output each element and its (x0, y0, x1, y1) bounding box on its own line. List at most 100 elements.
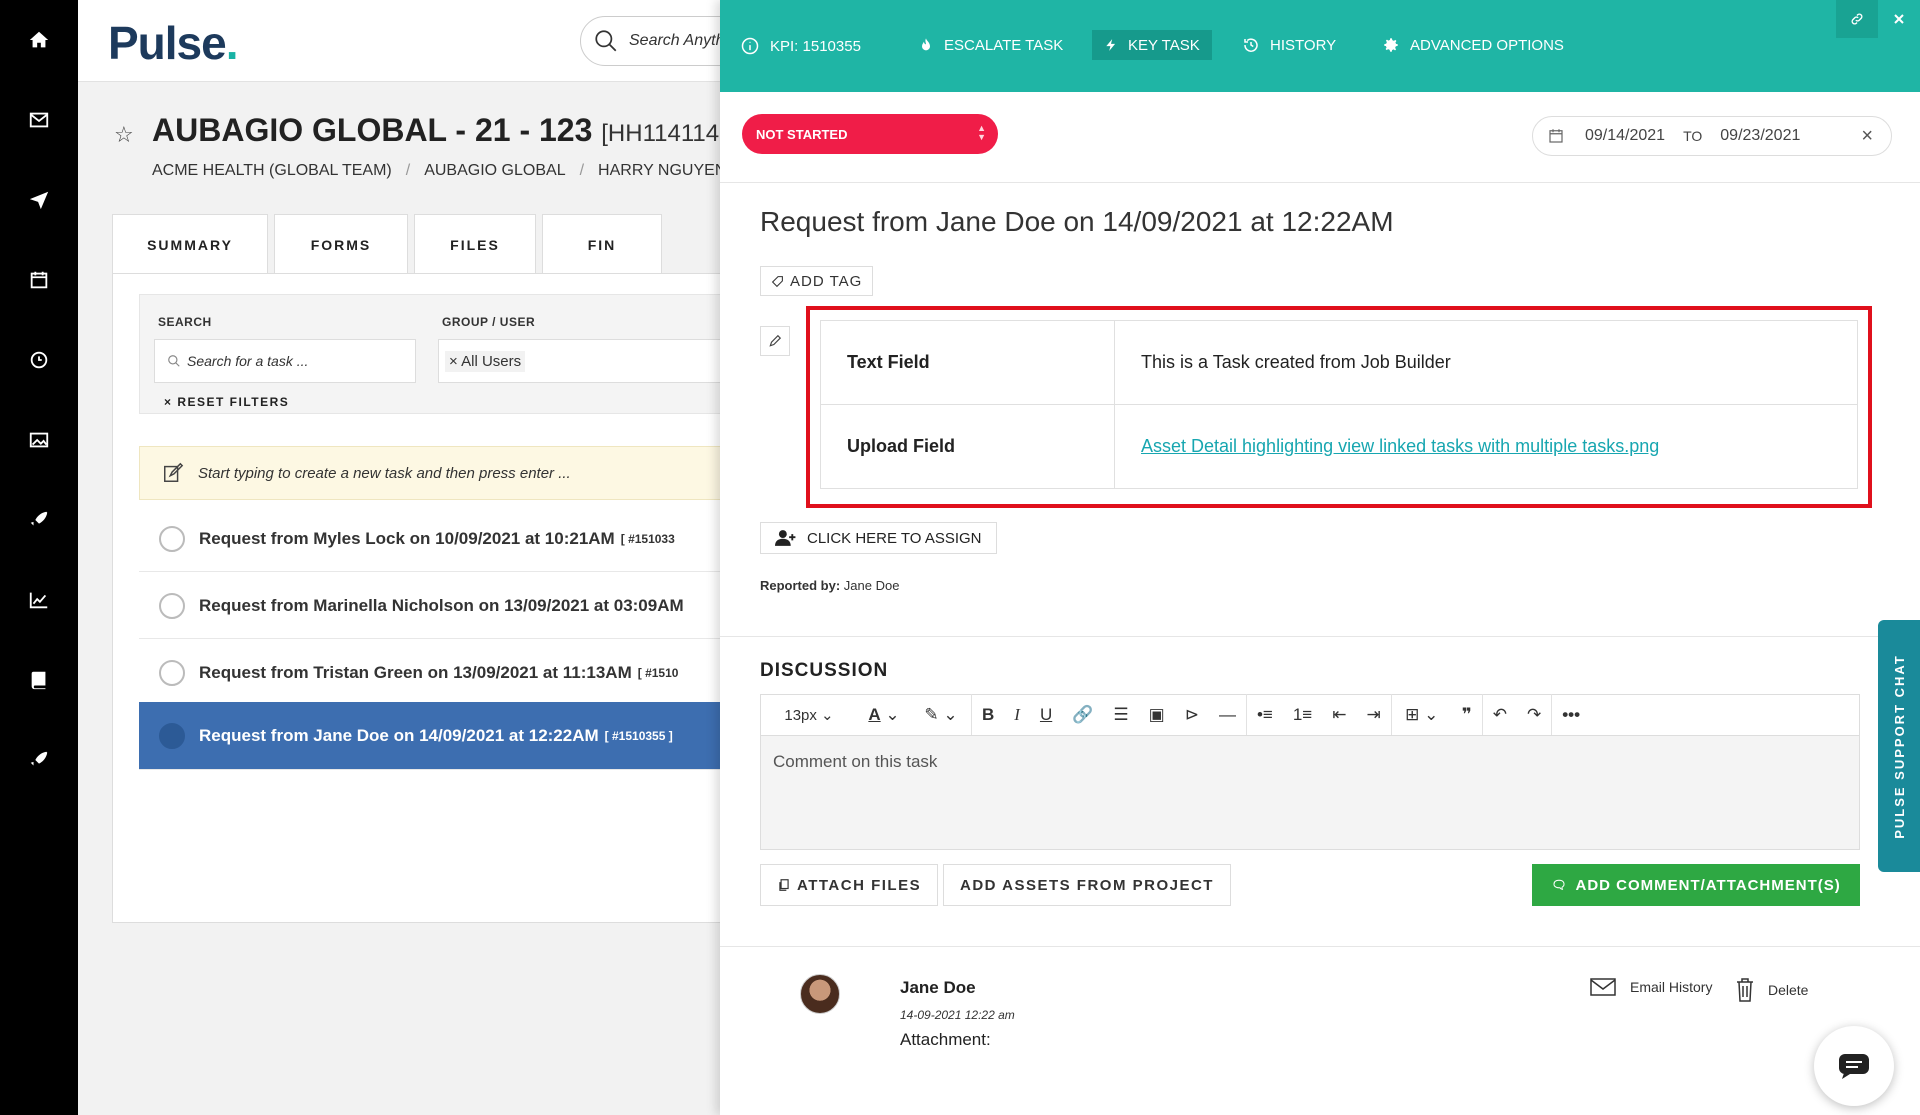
link-icon[interactable]: 🔗 (1062, 694, 1103, 736)
clock-icon[interactable] (0, 340, 78, 380)
rocket-icon[interactable] (0, 500, 78, 540)
italic-icon[interactable]: I (1004, 694, 1030, 736)
book-icon[interactable] (0, 660, 78, 700)
underline-icon[interactable]: U (1030, 694, 1062, 736)
delete-comment-button[interactable]: Delete (1736, 978, 1808, 1002)
new-task-input[interactable]: Start typing to create a new task and th… (139, 446, 739, 500)
font-size-select[interactable]: 13px ⌄ (761, 694, 857, 736)
editor-toolbar: 13px ⌄ A ⌄ ✎ ⌄ B I U 🔗 ☰ ▣ ⊳ — •≡ 1≡ ⇤ ⇥… (760, 694, 1860, 736)
tab-summary[interactable]: SUMMARY (112, 214, 268, 274)
align-icon[interactable]: ☰ (1103, 694, 1138, 736)
history-icon (1244, 38, 1258, 52)
redo-icon[interactable]: ↷ (1517, 694, 1551, 736)
assign-button[interactable]: CLICK HERE TO ASSIGN (760, 522, 997, 554)
tab-finance[interactable]: FIN (542, 214, 662, 274)
avatar (800, 974, 840, 1014)
project-tabs: SUMMARY FORMS FILES FIN (112, 214, 662, 274)
list-item[interactable]: Request from Tristan Green on 13/09/2021… (139, 640, 739, 706)
bold-icon[interactable]: B (972, 694, 1004, 736)
send-icon[interactable] (0, 180, 78, 220)
bullet-list-icon[interactable]: •≡ (1247, 694, 1283, 736)
left-navigation (0, 0, 78, 1115)
horizontal-rule-icon[interactable]: — (1209, 694, 1246, 736)
chat-launcher-button[interactable] (1814, 1026, 1894, 1106)
link-icon[interactable] (1836, 0, 1878, 38)
list-item-active[interactable]: Request from Jane Doe on 14/09/2021 at 1… (139, 702, 739, 770)
history-button[interactable]: HISTORY (1242, 36, 1336, 54)
star-icon[interactable]: ☆ (114, 122, 134, 148)
divider (720, 182, 1920, 183)
reset-filters-button[interactable]: × RESET FILTERS (164, 395, 289, 409)
add-assets-button[interactable]: ADD ASSETS FROM PROJECT (943, 864, 1231, 906)
list-item[interactable]: Request from Myles Lock on 10/09/2021 at… (139, 506, 739, 572)
project-code: [HH1141146] (601, 120, 740, 147)
image-icon[interactable] (0, 420, 78, 460)
escalate-task-button[interactable]: ESCALATE TASK (918, 36, 1063, 54)
task-checkbox[interactable] (159, 722, 185, 749)
undo-icon[interactable]: ↶ (1483, 694, 1517, 736)
project-page: Pulse. Search Anything ☆ AUBAGIO GLOBAL … (78, 0, 760, 1115)
table-row: Text Field This is a Task created from J… (820, 320, 1858, 405)
numbered-list-icon[interactable]: 1≡ (1283, 694, 1322, 736)
user-chip[interactable]: × All Users (445, 350, 526, 372)
comment-author: Jane Doe (900, 978, 976, 997)
more-icon[interactable]: ••• (1552, 694, 1590, 736)
task-title[interactable]: Request from Jane Doe on 14/09/2021 at 1… (760, 206, 1394, 238)
edit-fields-button[interactable] (760, 326, 790, 356)
pulse-logo[interactable]: Pulse. (108, 16, 238, 70)
field-value[interactable]: This is a Task created from Job Builder (1114, 320, 1858, 405)
search-icon (595, 30, 617, 52)
email-history-button[interactable]: Email History (1590, 978, 1712, 996)
home-icon[interactable] (0, 20, 78, 60)
indent-icon[interactable]: ⇥ (1356, 694, 1390, 736)
comment-body: Attachment: (900, 1030, 991, 1049)
group-user-select[interactable]: × All Users (438, 339, 728, 383)
outdent-icon[interactable]: ⇤ (1322, 694, 1356, 736)
text-color-icon[interactable]: A ⌄ (857, 694, 911, 736)
table-icon[interactable]: ⊞ ⌄ (1392, 694, 1452, 736)
chat-icon (1839, 1054, 1869, 1079)
calendar-icon[interactable] (0, 260, 78, 300)
task-checkbox[interactable] (159, 659, 185, 686)
highlight-icon[interactable]: ✎ ⌄ (911, 694, 971, 736)
start-date[interactable]: 09/14/2021 (1585, 127, 1665, 145)
add-user-icon (775, 530, 796, 546)
chart-icon[interactable] (0, 580, 78, 620)
clear-date-icon[interactable]: × (1861, 125, 1873, 148)
end-date[interactable]: 09/23/2021 (1720, 127, 1800, 145)
advanced-options-button[interactable]: ADVANCED OPTIONS (1382, 36, 1564, 54)
insert-image-icon[interactable]: ▣ (1139, 694, 1175, 736)
tab-files[interactable]: FILES (414, 214, 536, 274)
task-search-input[interactable]: Search for a task ... (154, 339, 416, 383)
group-user-label: GROUP / USER (442, 315, 536, 329)
add-comment-button[interactable]: 🗨 ADD COMMENT/ATTACHMENT(S) (1532, 864, 1860, 906)
tag-icon (771, 275, 783, 287)
date-to-label: TO (1683, 128, 1703, 144)
breadcrumb-item[interactable]: HARRY NGUYEN (598, 162, 726, 179)
task-checkbox[interactable] (159, 592, 185, 619)
support-chat-tab[interactable]: PULSE SUPPORT CHAT (1878, 620, 1920, 872)
task-checkbox[interactable] (159, 525, 185, 552)
quote-icon[interactable]: ❞ (1452, 694, 1482, 736)
mail-icon[interactable] (0, 100, 78, 140)
add-tag-button[interactable]: ADD TAG (760, 266, 874, 296)
date-range[interactable]: 09/14/2021 TO 09/23/2021 × (1532, 116, 1892, 156)
insert-video-icon[interactable]: ⊳ (1175, 694, 1209, 736)
tab-forms[interactable]: FORMS (274, 214, 408, 274)
status-dropdown[interactable]: NOT STARTED ▲ ▼ (742, 114, 998, 154)
attach-files-button[interactable]: ATTACH FILES (760, 864, 939, 906)
breadcrumb-item[interactable]: ACME HEALTH (GLOBAL TEAM) (152, 162, 392, 179)
breadcrumb-item[interactable]: AUBAGIO GLOBAL (424, 162, 565, 179)
field-value: Asset Detail highlighting view linked ta… (1114, 404, 1858, 489)
upload-file-link[interactable]: Asset Detail highlighting view linked ta… (1141, 436, 1659, 456)
bolt-icon (1106, 39, 1116, 51)
fields-highlight: Text Field This is a Task created from J… (806, 306, 1872, 508)
task-list-panel: SEARCH Search for a task ... GROUP / USE… (112, 273, 739, 923)
list-item[interactable]: Request from Marinella Nicholson on 13/0… (139, 573, 739, 639)
close-icon[interactable] (1878, 0, 1920, 38)
page-title: AUBAGIO GLOBAL - 21 - 123 [HH1141146] (152, 112, 740, 148)
comment-input[interactable]: Comment on this task (760, 735, 1860, 850)
search-label: SEARCH (158, 315, 212, 329)
rocket-icon[interactable] (0, 740, 78, 780)
key-task-button[interactable]: KEY TASK (1092, 30, 1212, 60)
